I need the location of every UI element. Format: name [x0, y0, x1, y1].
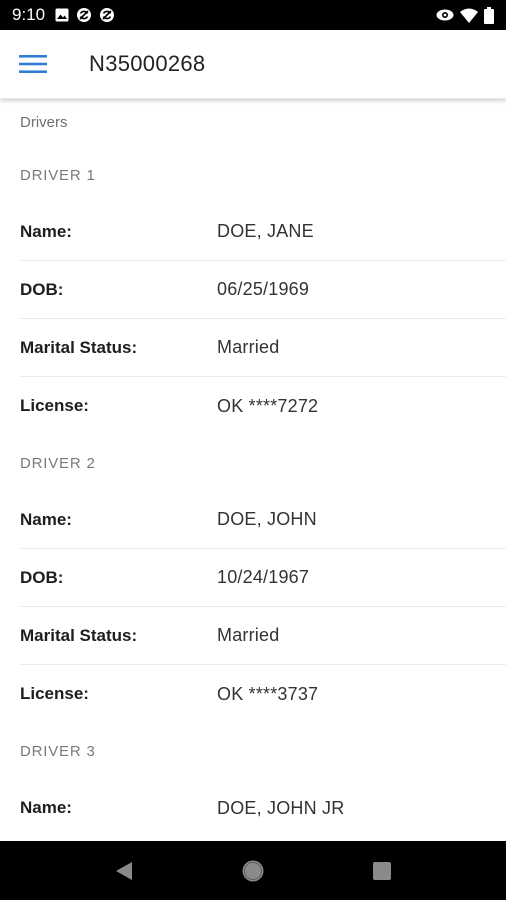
- recents-icon: [372, 861, 392, 881]
- field-label: Name:: [20, 221, 72, 241]
- field-label: Name:: [20, 509, 72, 529]
- section-header: DRIVER 2: [20, 455, 96, 472]
- field-value: OK ****3737: [217, 683, 319, 704]
- hamburger-menu-icon: [19, 54, 47, 74]
- drivers-content[interactable]: Drivers DRIVER 1 Name: DOE, JANE DOB: 06…: [0, 99, 506, 841]
- back-button[interactable]: [104, 851, 144, 891]
- system-icons: [436, 6, 494, 24]
- field-label: Marital Status:: [20, 337, 138, 357]
- field-row: Marital Status: Married: [20, 607, 506, 665]
- field-label: Name:: [20, 798, 72, 817]
- field-label: License:: [20, 684, 89, 703]
- field-row: DOB: 06/25/1969: [20, 261, 506, 319]
- field-row: DOB: 10/24/1967: [20, 549, 506, 607]
- menu-button[interactable]: [19, 53, 49, 75]
- app-bar: N35000268: [0, 30, 506, 99]
- field-value: OK ****7272: [217, 395, 319, 416]
- image-icon: [55, 8, 69, 22]
- sync-icon: [76, 7, 92, 23]
- eye-icon: [436, 8, 454, 22]
- field-row: Name: DOE, JOHN JR: [20, 779, 506, 837]
- recents-button[interactable]: [362, 851, 402, 891]
- sync-icon: [99, 7, 115, 23]
- driver-section: DRIVER 2 Name: DOE, JOHN DOB: 10/24/1967…: [0, 435, 506, 723]
- field-label: Marital Status:: [20, 625, 138, 645]
- driver-section: DRIVER 3 Name: DOE, JOHN JR: [0, 723, 506, 837]
- field-value: Married: [217, 625, 280, 645]
- field-value: Married: [217, 337, 280, 357]
- field-label: DOB:: [20, 279, 64, 299]
- section-header: DRIVER 1: [20, 167, 96, 184]
- home-icon: [241, 859, 265, 883]
- field-value: DOE, JOHN JR: [217, 797, 345, 818]
- back-icon: [115, 861, 133, 881]
- status-bar: 9:10: [0, 0, 506, 30]
- breadcrumb: Drivers: [20, 114, 68, 131]
- field-value: DOE, JANE: [217, 221, 314, 241]
- navigation-bar: [0, 841, 506, 900]
- notification-icons: [55, 7, 115, 23]
- driver-section: DRIVER 1 Name: DOE, JANE DOB: 06/25/1969…: [0, 147, 506, 435]
- status-time: 9:10: [12, 5, 46, 24]
- section-header: DRIVER 3: [20, 743, 96, 760]
- battery-icon: [484, 6, 494, 24]
- field-row: License: OK ****3737: [20, 665, 506, 723]
- field-row: Marital Status: Married: [20, 319, 506, 377]
- field-row: License: OK ****7272: [20, 377, 506, 435]
- field-row: Name: DOE, JANE: [20, 203, 506, 261]
- wifi-icon: [460, 8, 478, 23]
- field-label: DOB:: [20, 567, 64, 587]
- field-value: 06/25/1969: [217, 279, 310, 299]
- field-value: 10/24/1967: [217, 567, 310, 587]
- home-button[interactable]: [233, 851, 273, 891]
- field-value: DOE, JOHN: [217, 509, 317, 529]
- field-label: License:: [20, 396, 89, 415]
- page-title: N35000268: [89, 51, 206, 76]
- field-row: Name: DOE, JOHN: [20, 491, 506, 549]
